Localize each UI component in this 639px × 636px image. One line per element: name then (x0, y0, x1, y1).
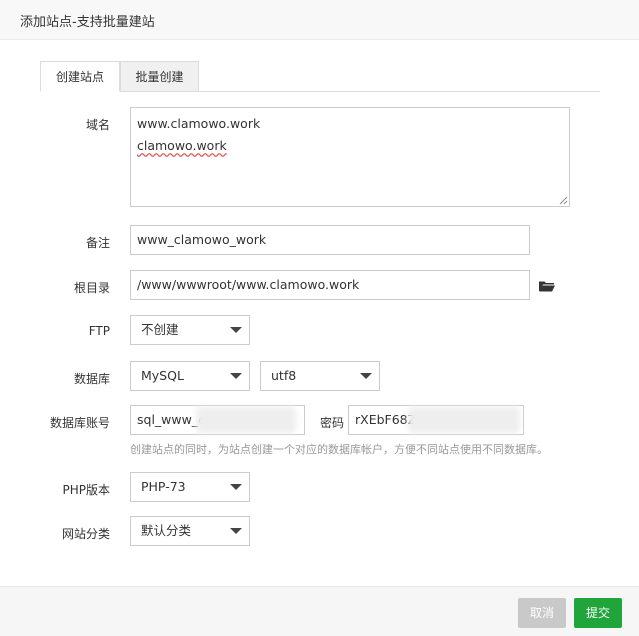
database-label: 数据库 (73, 372, 110, 386)
cancel-button[interactable]: 取消 (518, 598, 566, 628)
chevron-down-icon (230, 484, 242, 490)
domain-line-2: clamowo.work (137, 138, 227, 153)
remark-input[interactable]: www_clamowo_work (130, 225, 530, 255)
root-dir-input[interactable]: /www/wwwroot/www.clamowo.work (130, 270, 530, 300)
resize-handle-icon[interactable] (559, 196, 568, 205)
dialog-footer: 取消 提交 (0, 586, 639, 636)
php-version-select[interactable]: PHP-73 (130, 472, 250, 502)
domain-textarea[interactable]: www.clamowo.work clamowo.work (130, 107, 570, 207)
domain-label: 域名 (85, 118, 110, 132)
database-type-value: MySQL (141, 368, 184, 383)
category-select[interactable]: 默认分类 (130, 516, 250, 546)
ftp-select[interactable]: 不创建 (130, 315, 250, 345)
tab-bar: 创建站点 批量创建 (40, 61, 600, 92)
password-label: 密码 (320, 416, 345, 430)
chevron-down-icon (360, 373, 372, 379)
redaction-blur (196, 407, 296, 433)
redaction-blur (408, 407, 520, 433)
dialog-titlebar: 添加站点-支持批量建站 (0, 0, 639, 40)
database-type-select[interactable]: MySQL (130, 361, 250, 391)
php-label: PHP版本 (62, 483, 111, 497)
dialog-title: 添加站点-支持批量建站 (20, 15, 155, 30)
ftp-label: FTP (88, 324, 110, 338)
category-label: 网站分类 (61, 527, 110, 541)
php-version-value: PHP-73 (141, 479, 186, 494)
category-value: 默认分类 (141, 523, 192, 538)
chevron-down-icon (230, 528, 242, 534)
ftp-select-value: 不创建 (141, 322, 179, 337)
root-dir-label: 根目录 (73, 281, 110, 295)
tab-batch-create[interactable]: 批量创建 (120, 61, 199, 92)
tab-create-site[interactable]: 创建站点 (40, 61, 120, 92)
chevron-down-icon (230, 373, 242, 379)
folder-open-icon[interactable] (539, 280, 555, 292)
database-charset-value: utf8 (271, 368, 297, 383)
chevron-down-icon (230, 327, 242, 333)
db-account-label: 数据库账号 (49, 416, 110, 430)
db-account-hint: 创建站点的同时，为站点创建一个对应的数据库帐户，方便不同站点使用不同数据库。 (130, 443, 548, 456)
database-charset-select[interactable]: utf8 (260, 361, 380, 391)
domain-line-1: www.clamowo.work (137, 116, 261, 131)
db-username-value: sql_www_c (137, 412, 205, 427)
remark-label: 备注 (85, 236, 110, 250)
submit-button[interactable]: 提交 (574, 598, 622, 628)
